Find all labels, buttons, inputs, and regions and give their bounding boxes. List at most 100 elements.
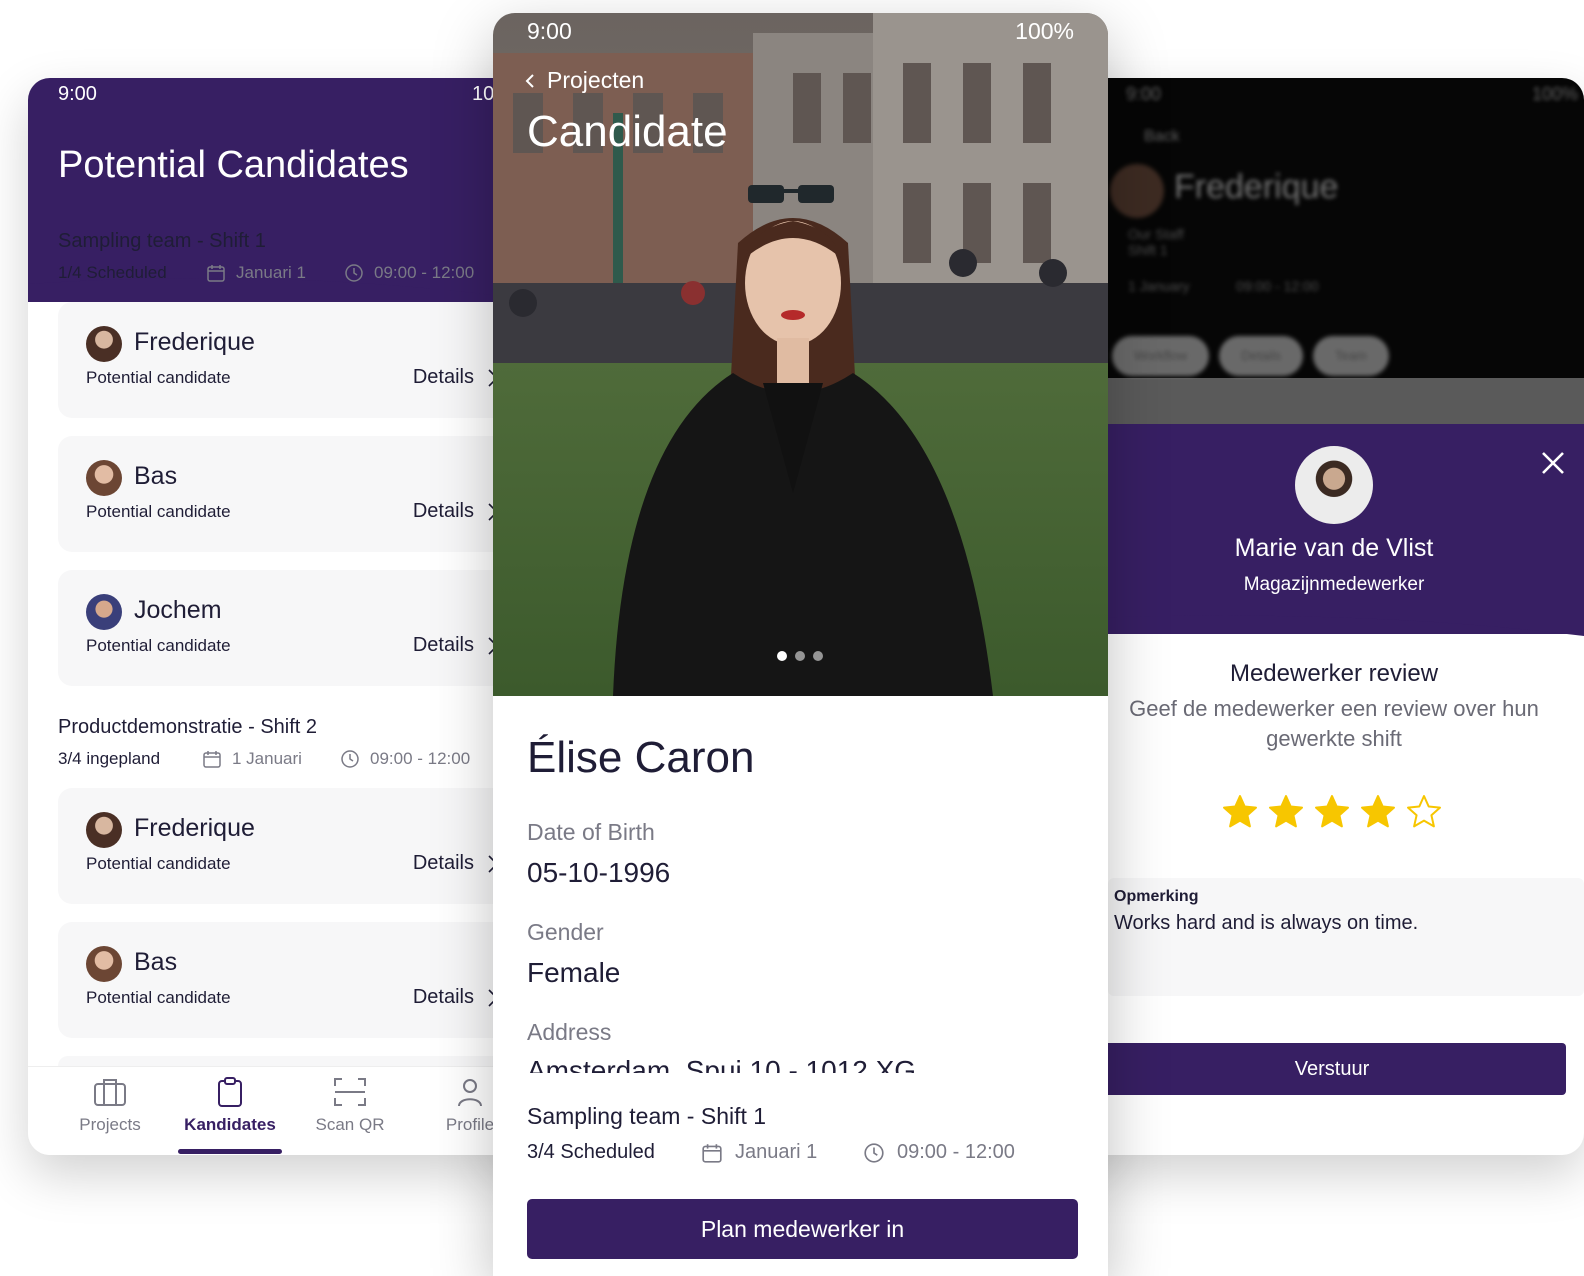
- shift-date: Januari 1: [701, 1141, 863, 1164]
- status-time: 9:00: [1126, 84, 1162, 104]
- shift-date-text: Januari 1: [735, 1141, 818, 1163]
- tab-label: Scan QR: [315, 1115, 385, 1134]
- dob-value: 05-10-1996: [527, 857, 671, 888]
- shift-title: Sampling team - Shift 1: [58, 230, 266, 252]
- shift-time-text: 09:00 - 12:00: [897, 1141, 1015, 1163]
- shift-title: Sampling team - Shift 1: [527, 1103, 767, 1129]
- candidates-screen: 9:00 10 Potential Candidates Sampling te…: [28, 78, 548, 1155]
- pagination-dot[interactable]: [813, 651, 823, 661]
- status-time: 9:00: [527, 18, 572, 44]
- clipboard-icon: [218, 1077, 242, 1107]
- star-rating[interactable]: [1222, 794, 1442, 830]
- remark-label: Opmerking: [1114, 888, 1199, 905]
- background-line: Our Staff Shift 1: [1128, 226, 1184, 258]
- send-button[interactable]: Verstuur: [1098, 1043, 1566, 1095]
- star-filled-icon[interactable]: [1268, 794, 1304, 830]
- close-icon[interactable]: [1540, 450, 1566, 476]
- back-button[interactable]: Projecten: [525, 67, 644, 94]
- scheduled-count: 3/4 Scheduled: [527, 1141, 655, 1163]
- status-battery: 100%: [1531, 84, 1578, 104]
- page-title: Candidate: [527, 107, 728, 156]
- profile-curve: [1040, 598, 1584, 636]
- shift-date-text: 1 Januari: [232, 749, 302, 768]
- status-battery: 10: [472, 83, 495, 105]
- user-icon: [458, 1079, 482, 1107]
- avatar: [1295, 446, 1373, 524]
- calendar-icon: [207, 265, 225, 282]
- details-link[interactable]: Details: [413, 986, 498, 1009]
- shift-date-text: Januari 1: [236, 263, 306, 282]
- clock-icon: [345, 264, 363, 282]
- details-link[interactable]: Details: [413, 634, 498, 657]
- shift-time: 09:00 - 12:00: [344, 263, 474, 283]
- back-label: Projecten: [547, 67, 645, 93]
- shift-meta: 1/4 Scheduled Januari 1 09:00 - 12:00: [58, 263, 538, 283]
- candidate-role: Potential candidate: [86, 988, 231, 1007]
- candidate-card[interactable]: Bas Potential candidate Details: [58, 922, 528, 1038]
- back-link: Back: [1144, 128, 1180, 145]
- pagination-dot[interactable]: [795, 651, 805, 661]
- tab-scan-qr[interactable]: Scan QR: [290, 1077, 410, 1135]
- tab-label: Kandidates: [184, 1115, 276, 1134]
- candidate-card[interactable]: Jochem Potential candidate Details: [58, 570, 528, 686]
- gender-label: Gender: [527, 919, 604, 945]
- pill-details: Details: [1219, 336, 1303, 376]
- briefcase-icon: [94, 1079, 126, 1106]
- tab-projects[interactable]: Projects: [50, 1077, 170, 1135]
- star-empty-icon[interactable]: [1406, 794, 1442, 830]
- candidate-name: Frederique: [134, 814, 255, 842]
- candidate-role: Potential candidate: [86, 368, 231, 387]
- details-label: Details: [412, 986, 474, 1008]
- calendar-icon: [203, 751, 221, 768]
- avatar: [86, 594, 122, 630]
- shift-time-text: 09:00 - 12:00: [370, 749, 471, 768]
- dimmed-background-lower: [1040, 378, 1584, 428]
- avatar: [86, 460, 122, 496]
- shift-time: 09:00 - 12:00: [340, 749, 470, 769]
- details-label: Details: [412, 366, 474, 388]
- page-title: Potential Candidates: [58, 144, 409, 186]
- clock-icon: [864, 1142, 884, 1163]
- details-link[interactable]: Details: [413, 500, 498, 523]
- star-filled-icon[interactable]: [1360, 794, 1396, 830]
- candidate-card[interactable]: Frederique Potential candidate Details: [58, 788, 528, 904]
- remark-text[interactable]: Works hard and is always on time.: [1114, 912, 1418, 935]
- remark-field[interactable]: Opmerking Works hard and is always on ti…: [1108, 878, 1584, 996]
- background-date: 1 January 09:00 - 12:00: [1128, 278, 1319, 294]
- active-tab-indicator: [178, 1149, 282, 1154]
- shift-date: Januari 1: [206, 263, 344, 283]
- shift-header: Productdemonstratie - Shift 2 3/4 ingepl…: [58, 716, 538, 769]
- background-name: Frederique: [1174, 168, 1339, 206]
- tab-label: Projects: [79, 1115, 141, 1134]
- candidate-name: Élise Caron: [527, 733, 755, 782]
- review-screen: 9:00 100% Back Frederique Our Staff Shift…: [1040, 78, 1584, 1155]
- shift-title: Productdemonstratie - Shift 2: [58, 716, 318, 738]
- review-subtitle: Geef de medewerker een review over hun g…: [1129, 696, 1539, 751]
- star-filled-icon[interactable]: [1314, 794, 1350, 830]
- tab-bar: Projects Kandidates Scan QR Profile: [28, 1066, 548, 1155]
- star-filled-icon[interactable]: [1222, 794, 1258, 830]
- candidate-card[interactable]: Frederique Potential candidate Details: [58, 302, 528, 418]
- calendar-icon: [702, 1143, 722, 1163]
- avatar: [86, 946, 122, 982]
- candidate-card[interactable]: Bas Potential candidate Details: [58, 436, 528, 552]
- plan-employee-button[interactable]: Plan medewerker in: [527, 1199, 1078, 1259]
- details-label: Details: [412, 500, 474, 522]
- candidate-name: Bas: [134, 462, 178, 490]
- employee-name: Marie van de Vlist: [1234, 534, 1434, 562]
- details-link[interactable]: Details: [413, 366, 498, 389]
- candidate-role: Potential candidate: [86, 636, 231, 655]
- scheduled-count: 1/4 Scheduled: [58, 263, 167, 282]
- details-label: Details: [412, 634, 474, 656]
- candidate-name: Jochem: [134, 596, 222, 624]
- shift-sheet: Sampling team - Shift 1 3/4 Scheduled Ja…: [493, 1073, 1108, 1276]
- status-time: 9:00: [58, 83, 97, 105]
- details-link[interactable]: Details: [413, 852, 498, 875]
- shift-meta: 3/4 ingepland 1 Januari 09:00 - 12:00: [58, 749, 538, 769]
- photo-pagination[interactable]: [777, 651, 823, 661]
- pagination-dot[interactable]: [777, 651, 787, 661]
- scheduled-count: 3/4 ingepland: [58, 749, 161, 768]
- avatar: [86, 812, 122, 848]
- status-battery: 100%: [1015, 18, 1074, 44]
- tab-kandidates[interactable]: Kandidates: [170, 1077, 290, 1135]
